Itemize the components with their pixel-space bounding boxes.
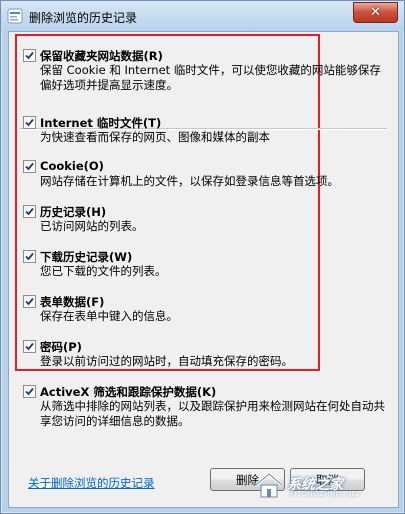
title-bar[interactable]: 删除浏览的历史记录 ✕: [1, 1, 404, 31]
check-icon: [25, 297, 34, 306]
checkbox[interactable]: [23, 116, 36, 129]
check-icon: [25, 162, 34, 171]
dialog-window: 删除浏览的历史记录 ✕ 保留收藏夹网站数据(R) 保留 Cookie 和 Int…: [0, 0, 405, 514]
ie-icon: [7, 8, 23, 24]
option-label: 表单数据(F): [40, 295, 105, 309]
option-description: 保存在表单中键入的信息。: [40, 309, 178, 323]
watermark-subtext: XITONGZHIJIA.NET: [289, 490, 362, 498]
check-icon: [25, 51, 34, 60]
option-label: 历史记录(H): [40, 205, 107, 219]
check-icon: [25, 387, 34, 396]
checkbox[interactable]: [23, 340, 36, 353]
about-delete-history-link[interactable]: 关于删除浏览的历史记录: [28, 475, 155, 491]
checkbox[interactable]: [23, 250, 36, 263]
option-label: Cookie(O): [40, 159, 104, 173]
option-description: 保留 Cookie 和 Internet 临时文件，可以使您收藏的网站能够保存偏…: [40, 63, 381, 92]
house-logo-icon: [255, 472, 283, 498]
close-icon: ✕: [370, 5, 381, 20]
option-label: 保留收藏夹网站数据(R): [40, 49, 163, 63]
check-icon: [25, 207, 34, 216]
option-label: 密码(P): [40, 340, 82, 354]
window-title: 删除浏览的历史记录: [29, 11, 138, 25]
checkbox[interactable]: [23, 385, 36, 398]
option-description: 从筛选中排除的网站列表，以及跟踪保护用来检测网站在何处自动共享您访问的详细信息的…: [40, 399, 385, 428]
option-description: 登录以前访问过的网站时，自动填充保存的密码。: [40, 354, 293, 368]
check-icon: [25, 252, 34, 261]
checkbox[interactable]: [23, 205, 36, 218]
checkbox[interactable]: [23, 49, 36, 62]
option-description: 网站存储在计算机上的文件，以保存如登录信息等首选项。: [40, 174, 339, 188]
option-label: 下载历史记录(W): [40, 250, 133, 264]
option-description: 已访问网站的列表。: [40, 219, 144, 233]
check-icon: [25, 342, 34, 351]
checkbox[interactable]: [23, 160, 36, 173]
dialog-content: 保留收藏夹网站数据(R) 保留 Cookie 和 Internet 临时文件，可…: [8, 31, 399, 508]
checkbox[interactable]: [23, 295, 36, 308]
option-description: 您已下载的文件的列表。: [40, 264, 167, 278]
close-button[interactable]: ✕: [353, 2, 398, 23]
option-label: ActiveX 筛选和跟踪保护数据(K): [40, 385, 217, 399]
check-icon: [25, 118, 34, 127]
option-description: 为快速查看而保存的网页、图像和媒体的副本: [40, 130, 270, 144]
option-label: Internet 临时文件(T): [40, 116, 162, 130]
watermark: 系统之家 XITONGZHIJIA.NET: [253, 468, 398, 500]
